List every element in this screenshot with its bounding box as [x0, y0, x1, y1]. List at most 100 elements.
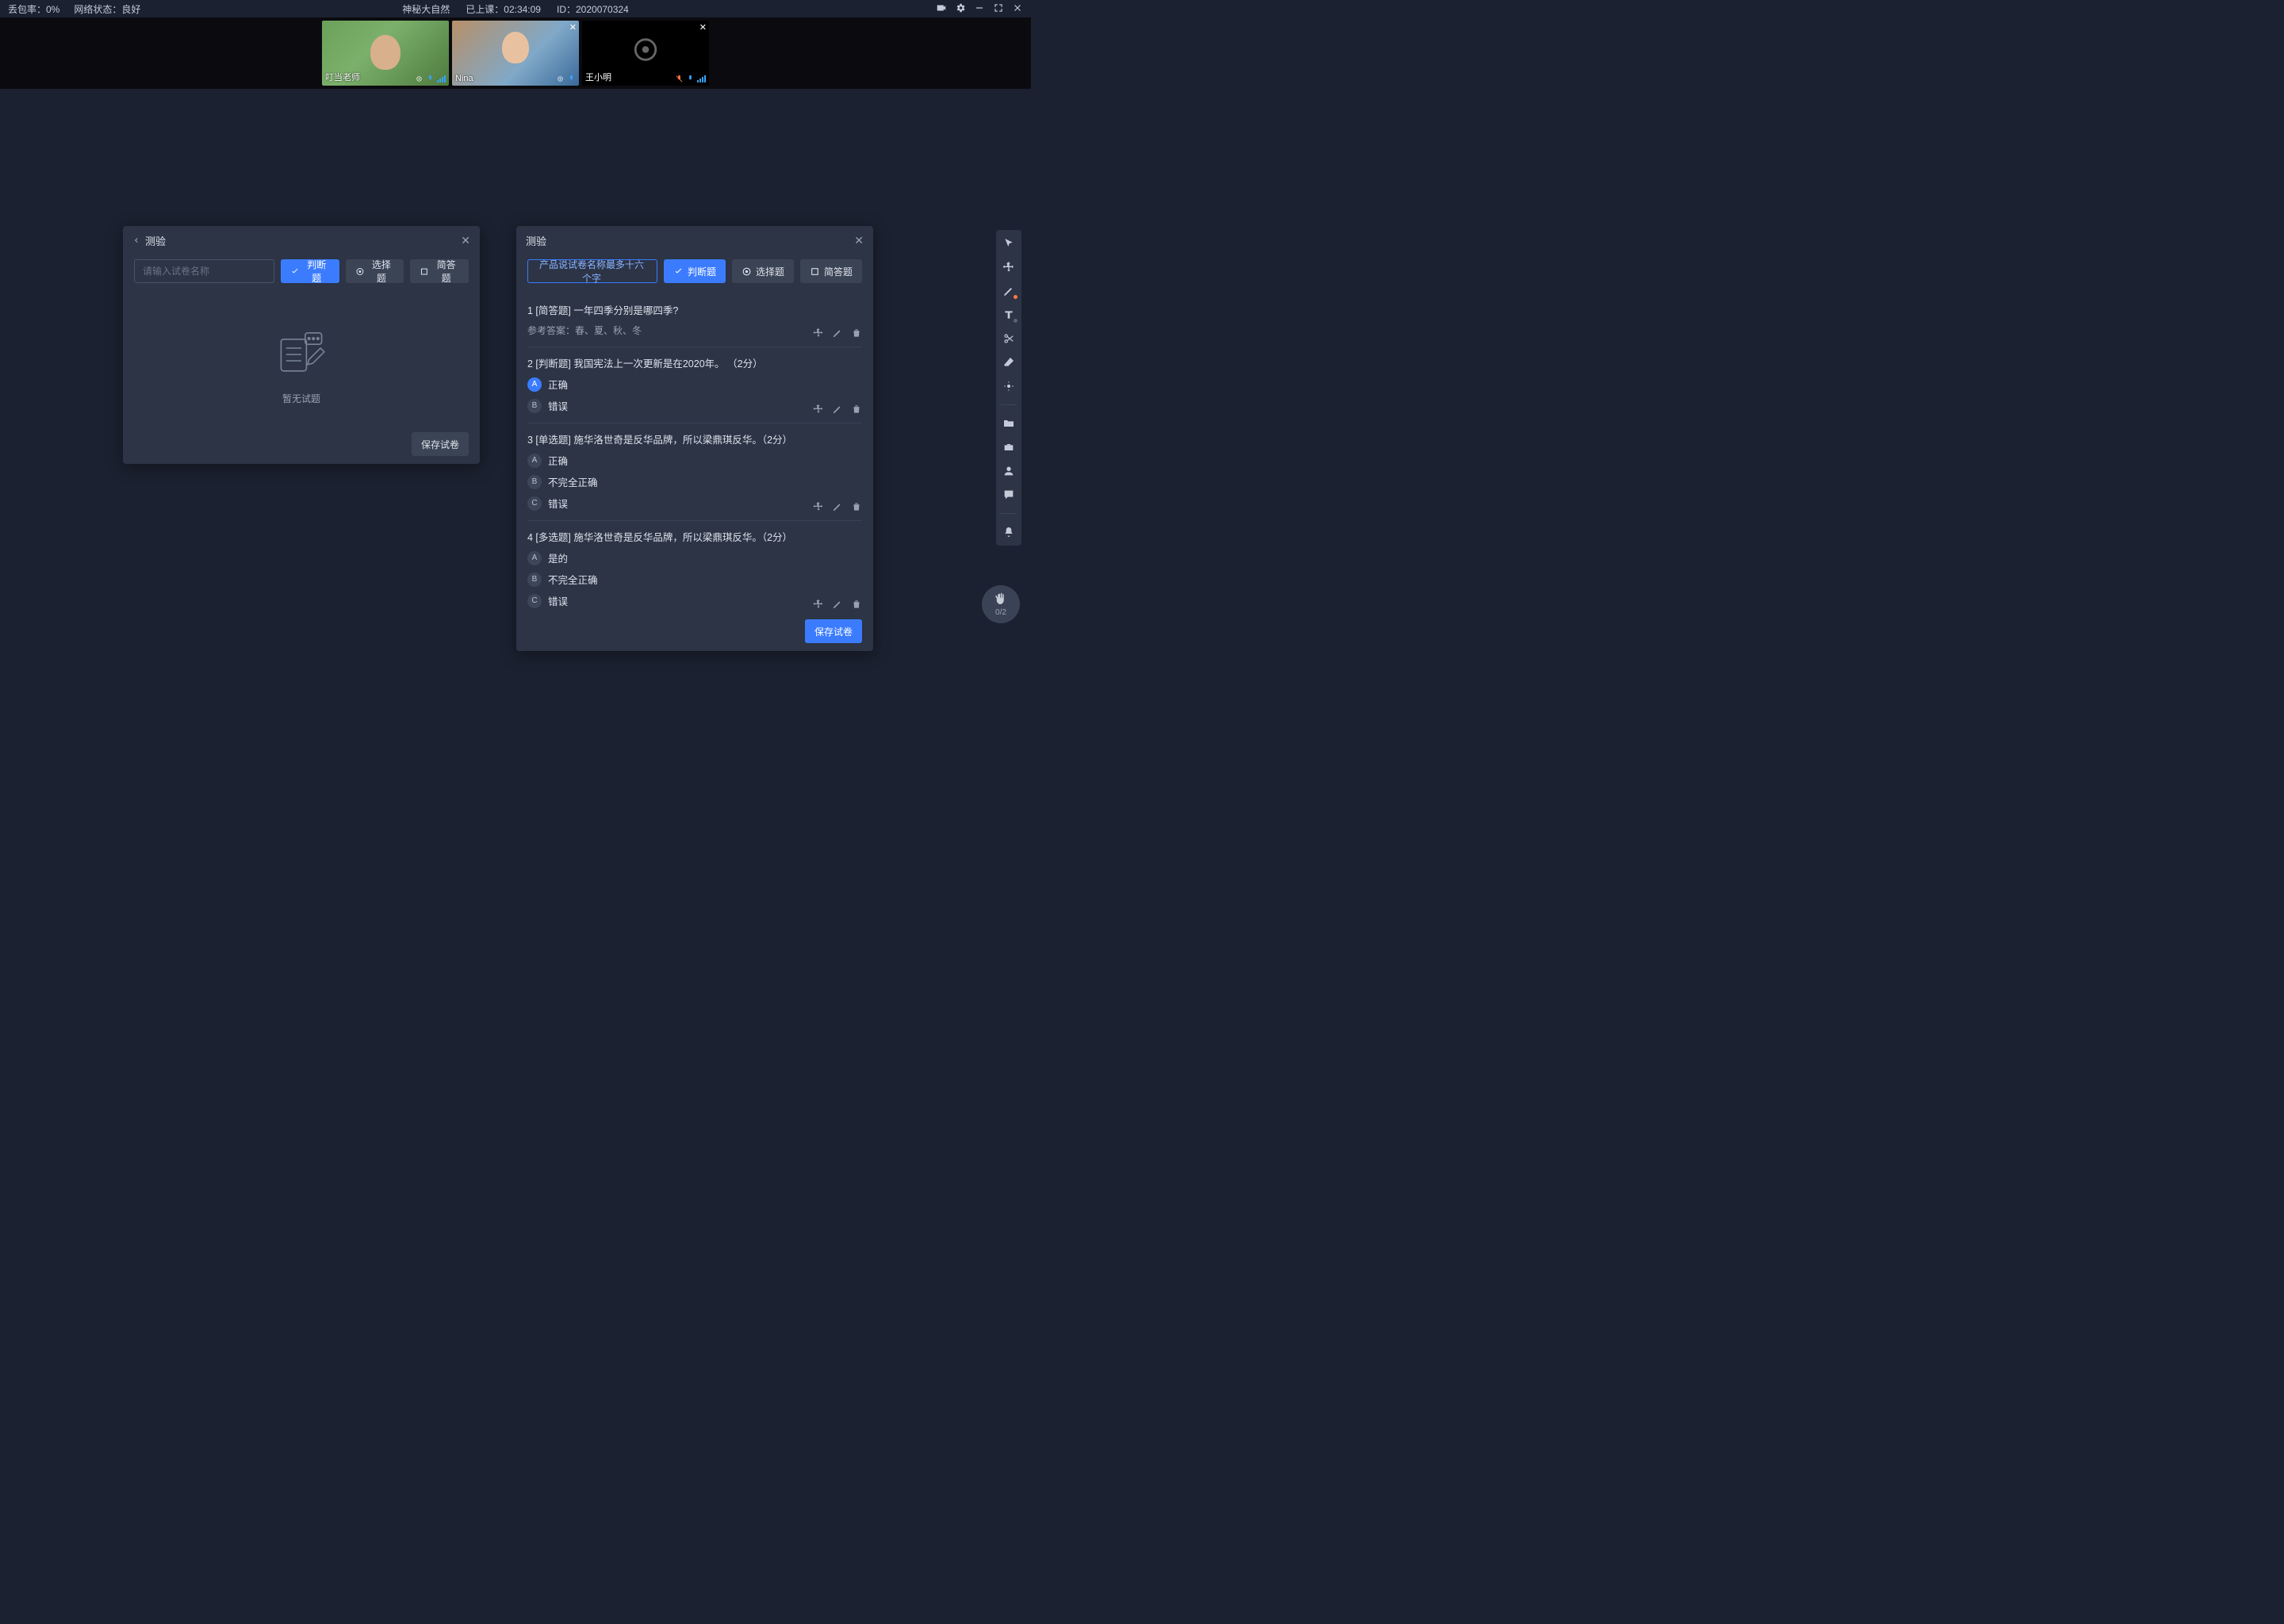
option-text: 是的: [548, 550, 568, 565]
option-letter: B: [527, 573, 542, 587]
question-item: 2 [判断题] 我国宪法上一次更新是在2020年。 （2分） A正确 B 错误: [527, 347, 862, 423]
btn-label: 简答题: [433, 258, 459, 285]
move-tool-icon[interactable]: [1002, 260, 1016, 274]
option-text: 错误: [548, 496, 568, 511]
bell-tool-icon[interactable]: [1002, 525, 1016, 539]
option-text: 正确: [548, 377, 568, 392]
add-choice-button[interactable]: 选择题: [732, 259, 794, 283]
save-quiz-button-disabled[interactable]: 保存试卷: [412, 432, 469, 456]
text-tool-icon[interactable]: [1002, 308, 1016, 322]
delete-icon[interactable]: [851, 404, 862, 415]
raise-hand-button[interactable]: 0/2: [982, 585, 1020, 623]
video-name: Nina: [455, 74, 473, 83]
btn-label: 判断题: [688, 265, 716, 278]
question-option[interactable]: C错误: [527, 496, 862, 511]
answer-reference: 参考答案：春、夏、秋、冬: [527, 324, 862, 337]
video-tile[interactable]: ✕ Nina: [452, 21, 579, 86]
question-item: 4 [多选题] 施华洛世奇是反华品牌，所以梁鼎琪反华。（2分） A 是的 B 不完全正确…: [527, 521, 862, 611]
save-quiz-button[interactable]: 保存试卷: [805, 619, 862, 643]
edit-icon[interactable]: [832, 599, 843, 610]
question-option[interactable]: C 错误: [527, 593, 862, 608]
empty-text: 暂无试题: [282, 392, 320, 405]
video-name: 叮当老师: [325, 71, 360, 83]
quiz-name-input[interactable]: [134, 259, 274, 283]
flip-camera-icon[interactable]: [936, 2, 947, 16]
eraser-tool-icon[interactable]: [1002, 355, 1016, 370]
btn-label: 简答题: [824, 265, 853, 278]
user-tool-icon[interactable]: [1002, 464, 1016, 478]
elapsed-time: 已上课：02:34:09: [466, 2, 541, 16]
delete-icon[interactable]: [851, 599, 862, 610]
question-header: 4 [多选题] 施华洛世奇是反华品牌，所以梁鼎琪反华。（2分）: [527, 529, 862, 544]
edit-icon[interactable]: [832, 501, 843, 512]
option-text: 不完全正确: [548, 474, 598, 489]
add-tf-button[interactable]: 判断题: [281, 259, 339, 283]
option-letter: C: [527, 594, 542, 608]
quiz-panel-empty: 测验 ✕ 判断题 选择题 简答题: [123, 226, 480, 464]
panel-title: 测验: [145, 233, 461, 248]
add-choice-button[interactable]: 选择题: [346, 259, 404, 283]
question-header: 2 [判断题] 我国宪法上一次更新是在2020年。 （2分）: [527, 355, 862, 370]
delete-icon[interactable]: [851, 501, 862, 512]
top-bar: 丢包率：0% 网络状态：良好 神秘大自然 已上课：02:34:09 ID：202…: [0, 0, 1031, 17]
close-icon[interactable]: ✕: [854, 234, 864, 247]
question-option[interactable]: A 是的: [527, 550, 862, 565]
panel-title: 测验: [526, 233, 854, 248]
edit-icon[interactable]: [832, 327, 843, 339]
option-letter: B: [527, 399, 542, 413]
add-tf-button[interactable]: 判断题: [664, 259, 726, 283]
network-status: 网络状态：良好: [74, 2, 140, 16]
video-close-icon[interactable]: ✕: [569, 22, 577, 33]
quiz-name-display[interactable]: 产品说试卷名称最多十六个字: [527, 259, 657, 283]
delete-icon[interactable]: [851, 327, 862, 339]
question-header: 3 [单选题] 施华洛世奇是反华品牌，所以梁鼎琪反华。（2分）: [527, 431, 862, 446]
chat-tool-icon[interactable]: [1002, 488, 1016, 502]
video-tile[interactable]: 叮当老师: [322, 21, 449, 86]
btn-label: 判断题: [304, 258, 330, 285]
video-tile[interactable]: ✕ 王小明: [582, 21, 709, 86]
pen-tool-icon[interactable]: [1002, 284, 1016, 298]
question-option[interactable]: B 不完全正确: [527, 572, 862, 587]
session-id: ID：2020070324: [557, 2, 629, 16]
option-text: 正确: [548, 453, 568, 468]
cursor-tool-icon[interactable]: [1002, 236, 1016, 251]
question-option[interactable]: B 不完全正确: [527, 474, 862, 489]
question-item: 1 [简答题] 一年四季分别是哪四季? 参考答案：春、夏、秋、冬: [527, 294, 862, 347]
move-icon[interactable]: [813, 327, 824, 339]
back-icon[interactable]: [132, 235, 140, 247]
laser-tool-icon[interactable]: [1002, 379, 1016, 393]
btn-label: 选择题: [369, 258, 395, 285]
scissors-tool-icon[interactable]: [1002, 331, 1016, 346]
question-option[interactable]: B 错误: [527, 398, 862, 413]
toolbox-icon[interactable]: [1002, 440, 1016, 454]
add-short-button[interactable]: 简答题: [410, 259, 469, 283]
video-close-icon[interactable]: ✕: [699, 22, 707, 33]
move-icon[interactable]: [813, 599, 824, 610]
empty-state: 暂无试题: [134, 294, 469, 424]
option-letter: B: [527, 475, 542, 489]
option-text: 不完全正确: [548, 572, 598, 587]
option-text: 错误: [548, 593, 568, 608]
close-window-icon[interactable]: [1012, 2, 1023, 16]
option-letter: A: [527, 551, 542, 565]
move-icon[interactable]: [813, 404, 824, 415]
fullscreen-icon[interactable]: [993, 2, 1004, 16]
video-strip: 叮当老师 ✕ Nina ✕ 王小明: [0, 17, 1031, 89]
option-text: 错误: [548, 398, 568, 413]
settings-icon[interactable]: [955, 2, 966, 16]
add-short-button[interactable]: 简答题: [800, 259, 862, 283]
question-option[interactable]: A正确: [527, 377, 862, 392]
video-name: 王小明: [585, 71, 611, 83]
minimize-icon[interactable]: [974, 2, 985, 16]
quiz-name-text: 产品说试卷名称最多十六个字: [536, 258, 647, 285]
question-header: 1 [简答题] 一年四季分别是哪四季?: [527, 302, 862, 317]
quiz-panel-filled: 测验 ✕ 产品说试卷名称最多十六个字 判断题 选择题 简答题 1 [简答题] 一…: [516, 226, 873, 651]
edit-icon[interactable]: [832, 404, 843, 415]
close-icon[interactable]: ✕: [461, 234, 470, 247]
folder-tool-icon[interactable]: [1002, 416, 1016, 431]
btn-label: 选择题: [756, 265, 784, 278]
btn-label: 保存试卷: [814, 625, 853, 638]
move-icon[interactable]: [813, 501, 824, 512]
option-letter: A: [527, 454, 542, 468]
question-option[interactable]: A 正确: [527, 453, 862, 468]
